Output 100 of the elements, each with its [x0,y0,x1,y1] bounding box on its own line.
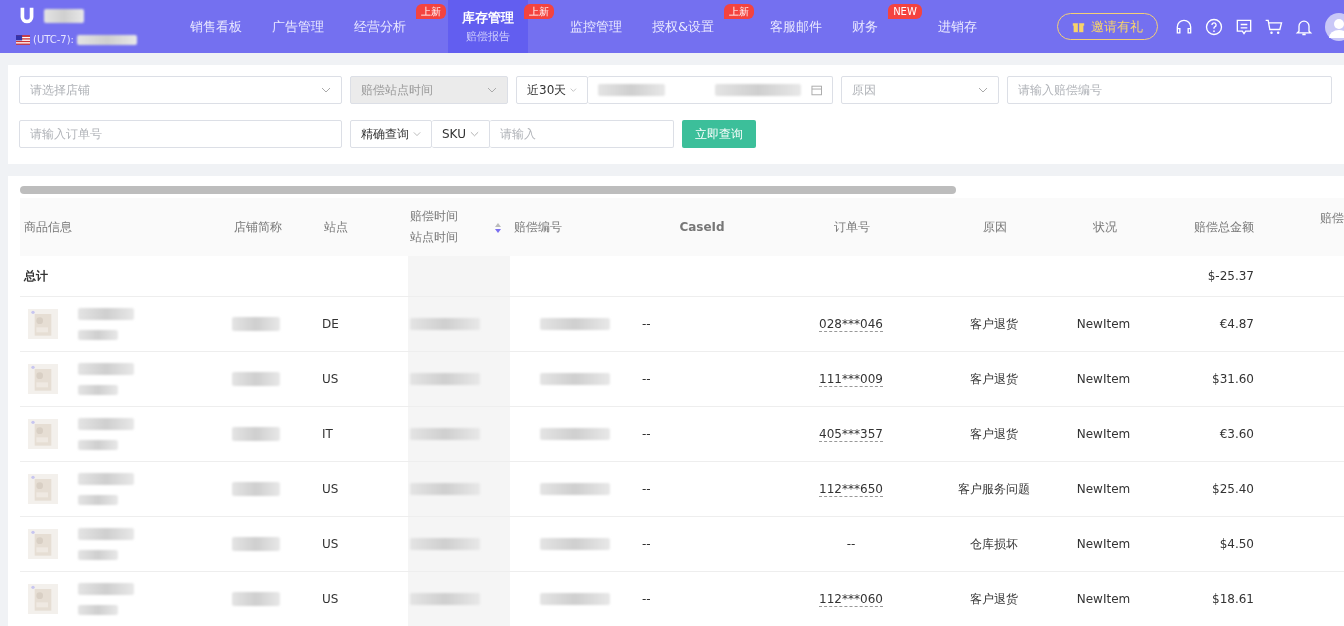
amount-cell-text: $18.61 [1211,591,1255,608]
amount-cell-text: €3.60 [1218,426,1255,443]
column-header: 站点时间 [410,229,458,246]
status-cell-text: NewItem [1075,316,1132,333]
new-badge: 上新 [724,4,755,19]
site-cell-text: US [321,371,340,388]
order-link[interactable]: 111***009 [819,371,883,387]
redacted-block [540,318,610,330]
order-link[interactable]: 112***650 [819,481,883,497]
redacted-block [540,373,610,385]
case-id-cell-text: -- [641,316,652,333]
redacted-block [76,34,137,45]
status-cell-text: NewItem [1075,371,1132,388]
redacted-block [232,482,280,496]
case-id-cell-text: -- [641,426,652,443]
redacted-block [540,428,610,440]
new-badge: NEW [888,4,922,19]
order-link[interactable]: 112***060 [819,591,883,607]
redacted-block [78,473,134,485]
redacted-block [78,495,118,505]
total-amount: $-25.37 [1206,268,1255,285]
reason-cell-text: 客户退货 [968,370,1019,388]
column-header: 赔偿 [1319,210,1344,227]
order-link[interactable]: 405***357 [819,426,883,442]
date-range-field[interactable] [588,76,833,104]
redacted-block [410,483,480,495]
mode-select[interactable]: 精确查询 [350,120,432,148]
new-badge: 上新 [416,4,446,19]
order-cell: -- [846,537,856,551]
redacted-block [232,317,280,331]
site-cell-text: US [321,591,340,608]
nav-tab[interactable]: 监控管理 [556,0,636,53]
caret-icon [469,131,479,137]
select-field[interactable]: 请选择店铺 [19,76,342,104]
redacted-block [44,9,84,23]
redacted-block [78,528,134,540]
column-header: 状况 [1091,218,1118,236]
order-link[interactable]: 028***046 [819,316,883,332]
column-header: 订单号 [833,218,871,236]
redacted-block [78,440,118,450]
reason-cell-text: 仓库损坏 [968,535,1019,553]
site-cell-text: IT [321,426,334,443]
caret-icon [413,131,421,137]
nav-tab[interactable]: 广告管理 [258,0,338,53]
redacted-block [78,363,134,375]
case-id-cell-text: -- [641,371,652,388]
status-cell-text: NewItem [1075,481,1132,498]
input-field[interactable]: 请输入订单号 [19,120,342,148]
redacted-block [540,483,610,495]
status-cell-text: NewItem [1075,591,1132,608]
sort-icon[interactable] [494,222,502,234]
reason-cell-text: 客户退货 [968,590,1019,608]
redacted-block [232,592,280,606]
status-cell-text: NewItem [1075,426,1132,443]
column-header: 赔偿编号 [513,218,563,236]
period-select[interactable]: 近30天 [516,76,588,104]
total-label: 总计 [22,267,49,285]
redacted-block [78,583,134,595]
search-button[interactable]: 立即查询 [682,120,756,148]
help-icon[interactable] [1204,16,1224,37]
nav-tab[interactable]: 库存管理 赔偿报告 [448,0,528,53]
scrollbar-thumb[interactable] [20,186,956,194]
redacted-block [410,318,480,330]
site-cell-text: US [321,481,340,498]
amount-cell-text: €4.87 [1218,316,1255,333]
redacted-block [78,330,118,340]
amount-cell-text: $31.60 [1211,371,1255,388]
redacted-block [78,550,118,560]
amount-cell-text: $4.50 [1218,536,1255,553]
reason-cell-text: 客户服务问题 [956,480,1031,498]
field-select[interactable]: SKU [432,120,490,148]
reason-cell-text: 客户退货 [968,425,1019,443]
input-field[interactable]: 请输入 [490,120,674,148]
caret-icon [321,87,331,93]
reason-cell-text: 客户退货 [968,315,1019,333]
site-cell-text: DE [321,316,340,333]
site-cell-text: US [321,536,340,553]
redacted-block [232,427,280,441]
input-field[interactable]: 请输入赔偿编号 [1007,76,1332,104]
new-badge: 上新 [524,4,554,19]
column-header: 赔偿时间 [410,208,458,225]
redacted-block [410,428,480,440]
select-field[interactable]: 原因 [841,76,999,104]
amount-cell-text: $25.40 [1211,481,1255,498]
nav-tab[interactable]: 客服邮件 [756,0,837,53]
flag-icon [16,34,30,45]
nav-tab[interactable]: 销售看板 [176,0,256,53]
redacted-block [410,593,480,605]
gift-icon [1072,20,1085,33]
column-header: 原因 [981,218,1008,236]
redacted-block [78,418,134,430]
column-header: 店铺简称 [233,218,283,236]
redacted-block [232,537,280,551]
nav-tab[interactable]: 进销存 [923,0,991,53]
caret-icon [978,87,988,93]
status-cell-text: NewItem [1075,536,1132,553]
avatar-icon[interactable] [1324,11,1344,42]
timezone-text: (UTC-7): [33,34,74,45]
column-header: 商品信息 [23,218,73,236]
case-id-cell-text: -- [641,481,652,498]
